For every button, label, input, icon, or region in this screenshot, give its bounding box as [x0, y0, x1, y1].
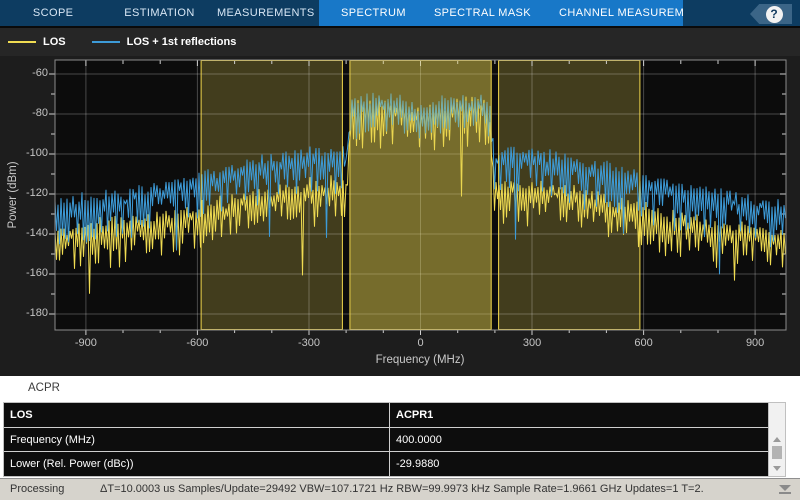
y-axis-label: Power (dBm)	[7, 161, 19, 228]
legend-label: LOS	[43, 36, 66, 48]
x-tick-label: 600	[614, 337, 674, 349]
tab-spectral-mask[interactable]: SPECTRAL MASK	[420, 0, 545, 26]
tabgroup-scope: SCOPE ESTIMATION MEASUREMENTS	[0, 0, 319, 26]
toolstrip-tabbar: SCOPE ESTIMATION MEASUREMENTS SPECTRUM S…	[0, 0, 800, 28]
y-tick-label: -80	[0, 107, 48, 119]
spectrum-plot-panel: -180-160-140-120-100-80-60 -900-600-3000…	[0, 56, 800, 376]
acpr-title: ACPR	[28, 382, 60, 394]
help-icon: ?	[766, 6, 783, 23]
spectrum-analyzer-window: SCOPE ESTIMATION MEASUREMENTS SPECTRUM S…	[0, 0, 800, 500]
x-tick-label: -600	[167, 337, 227, 349]
spectrum-plot	[0, 56, 800, 376]
legend-item-los-reflections[interactable]: LOS + 1st reflections	[92, 36, 237, 48]
table-row-lower-rel-power: Lower (Rel. Power (dBc)) -29.9880	[4, 452, 768, 476]
y-tick-label: -100	[0, 147, 48, 159]
x-tick-label: 900	[725, 337, 785, 349]
legend-label: LOS + 1st reflections	[127, 36, 237, 48]
status-bar: Processing ΔT=10.0003 us Samples/Update=…	[0, 478, 800, 500]
x-tick-label: -300	[279, 337, 339, 349]
tab-estimation[interactable]: ESTIMATION	[106, 0, 212, 26]
legend-bar: LOS LOS + 1st reflections	[0, 28, 800, 56]
y-tick-label: -180	[0, 307, 48, 319]
tab-measurements[interactable]: MEASUREMENTS	[213, 0, 319, 26]
table-header-row: LOS ACPR1	[4, 403, 768, 428]
los-line-swatch	[8, 41, 36, 43]
acpr-table: LOS ACPR1 Frequency (MHz) 400.0000 Lower…	[3, 402, 786, 477]
tab-spectrum[interactable]: SPECTRUM	[327, 0, 420, 26]
status-metrics: ΔT=10.0003 us Samples/Update=29492 VBW=1…	[100, 483, 704, 495]
scroll-to-bottom-icon[interactable]	[779, 485, 791, 495]
column-header-los: LOS	[4, 403, 390, 427]
scrollbar-thumb[interactable]	[772, 446, 782, 459]
x-tick-label: -900	[56, 337, 116, 349]
table-row-frequency: Frequency (MHz) 400.0000	[4, 428, 768, 452]
x-tick-label: 0	[391, 337, 451, 349]
tabgroup-measurements: SPECTRUM SPECTRAL MASK CHANNEL MEASUREME…	[319, 0, 683, 26]
los-reflections-line-swatch	[92, 41, 120, 43]
frequency-value: 400.0000	[390, 428, 768, 451]
scroll-up-icon[interactable]	[773, 437, 781, 442]
row-label: Lower (Rel. Power (dBc))	[4, 452, 390, 476]
x-tick-label: 300	[502, 337, 562, 349]
y-tick-label: -60	[0, 67, 48, 79]
x-axis-label: Frequency (MHz)	[376, 354, 465, 366]
tab-scope[interactable]: SCOPE	[0, 0, 106, 26]
y-tick-label: -140	[0, 227, 48, 239]
table-scrollbar[interactable]	[768, 403, 785, 476]
status-state: Processing	[10, 483, 64, 495]
column-header-acpr1: ACPR1	[390, 403, 768, 427]
acpr-panel: ACPR LOS ACPR1 Frequency (MHz) 400.0000 …	[0, 376, 800, 478]
lower-rel-power-value: -29.9880	[390, 452, 768, 476]
legend-item-los[interactable]: LOS	[8, 36, 66, 48]
row-label: Frequency (MHz)	[4, 428, 390, 451]
scroll-down-icon[interactable]	[773, 466, 781, 471]
y-tick-label: -160	[0, 267, 48, 279]
